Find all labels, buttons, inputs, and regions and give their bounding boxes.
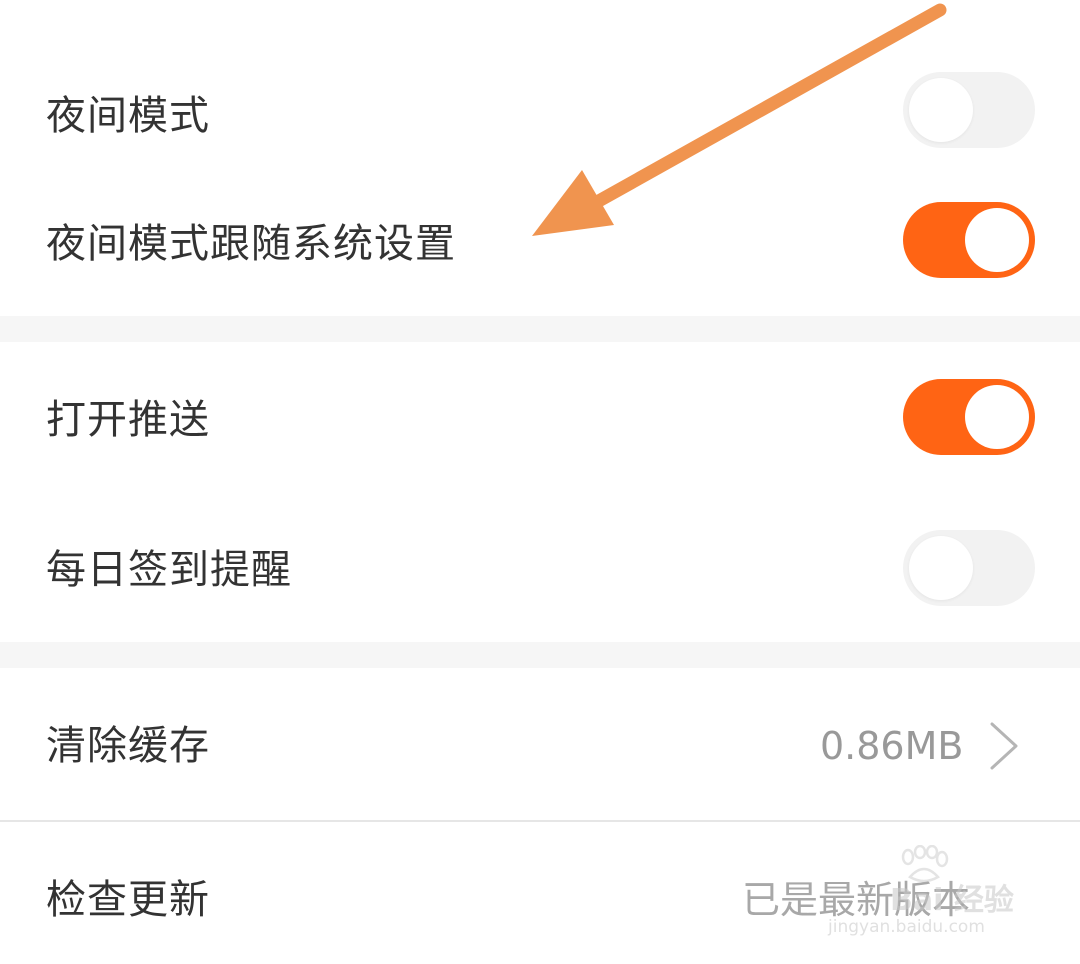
section-gap: [0, 642, 1080, 668]
night-mode-toggle[interactable]: [903, 72, 1035, 148]
row-night-mode[interactable]: 夜间模式: [0, 20, 1080, 170]
row-push[interactable]: 打开推送: [0, 342, 1080, 492]
night-mode-label: 夜间模式: [46, 93, 210, 139]
clear-cache-label: 清除缓存: [46, 723, 210, 769]
toggle-knob: [965, 385, 1029, 449]
chevron-right-icon: [990, 722, 1018, 770]
toggle-knob: [909, 536, 973, 600]
row-night-mode-follow-system[interactable]: 夜间模式跟随系统设置: [0, 170, 1080, 316]
watermark-brand: Bai 经验: [890, 883, 1014, 918]
baidu-jingyan-watermark: Bai 经验 jingyan.baidu.com: [818, 845, 1028, 945]
push-label: 打开推送: [46, 397, 210, 443]
watermark-url: jingyan.baidu.com: [828, 917, 985, 937]
checkin-reminder-toggle[interactable]: [903, 530, 1035, 606]
toggle-knob: [965, 208, 1029, 272]
row-checkin-reminder[interactable]: 每日签到提醒: [0, 492, 1080, 642]
night-mode-follow-system-label: 夜间模式跟随系统设置: [46, 221, 456, 267]
check-update-label: 检查更新: [46, 877, 210, 923]
night-mode-follow-system-toggle[interactable]: [903, 202, 1035, 278]
checkin-reminder-label: 每日签到提醒: [46, 547, 292, 593]
section-gap: [0, 316, 1080, 342]
push-toggle[interactable]: [903, 379, 1035, 455]
cache-size-value: 0.86MB: [820, 724, 964, 768]
settings-page: 夜间模式 夜间模式跟随系统设置 打开推送 每日签到提醒 清除缓存 0.86MB: [0, 0, 1080, 964]
toggle-knob: [909, 78, 973, 142]
row-clear-cache[interactable]: 清除缓存 0.86MB: [0, 668, 1080, 820]
